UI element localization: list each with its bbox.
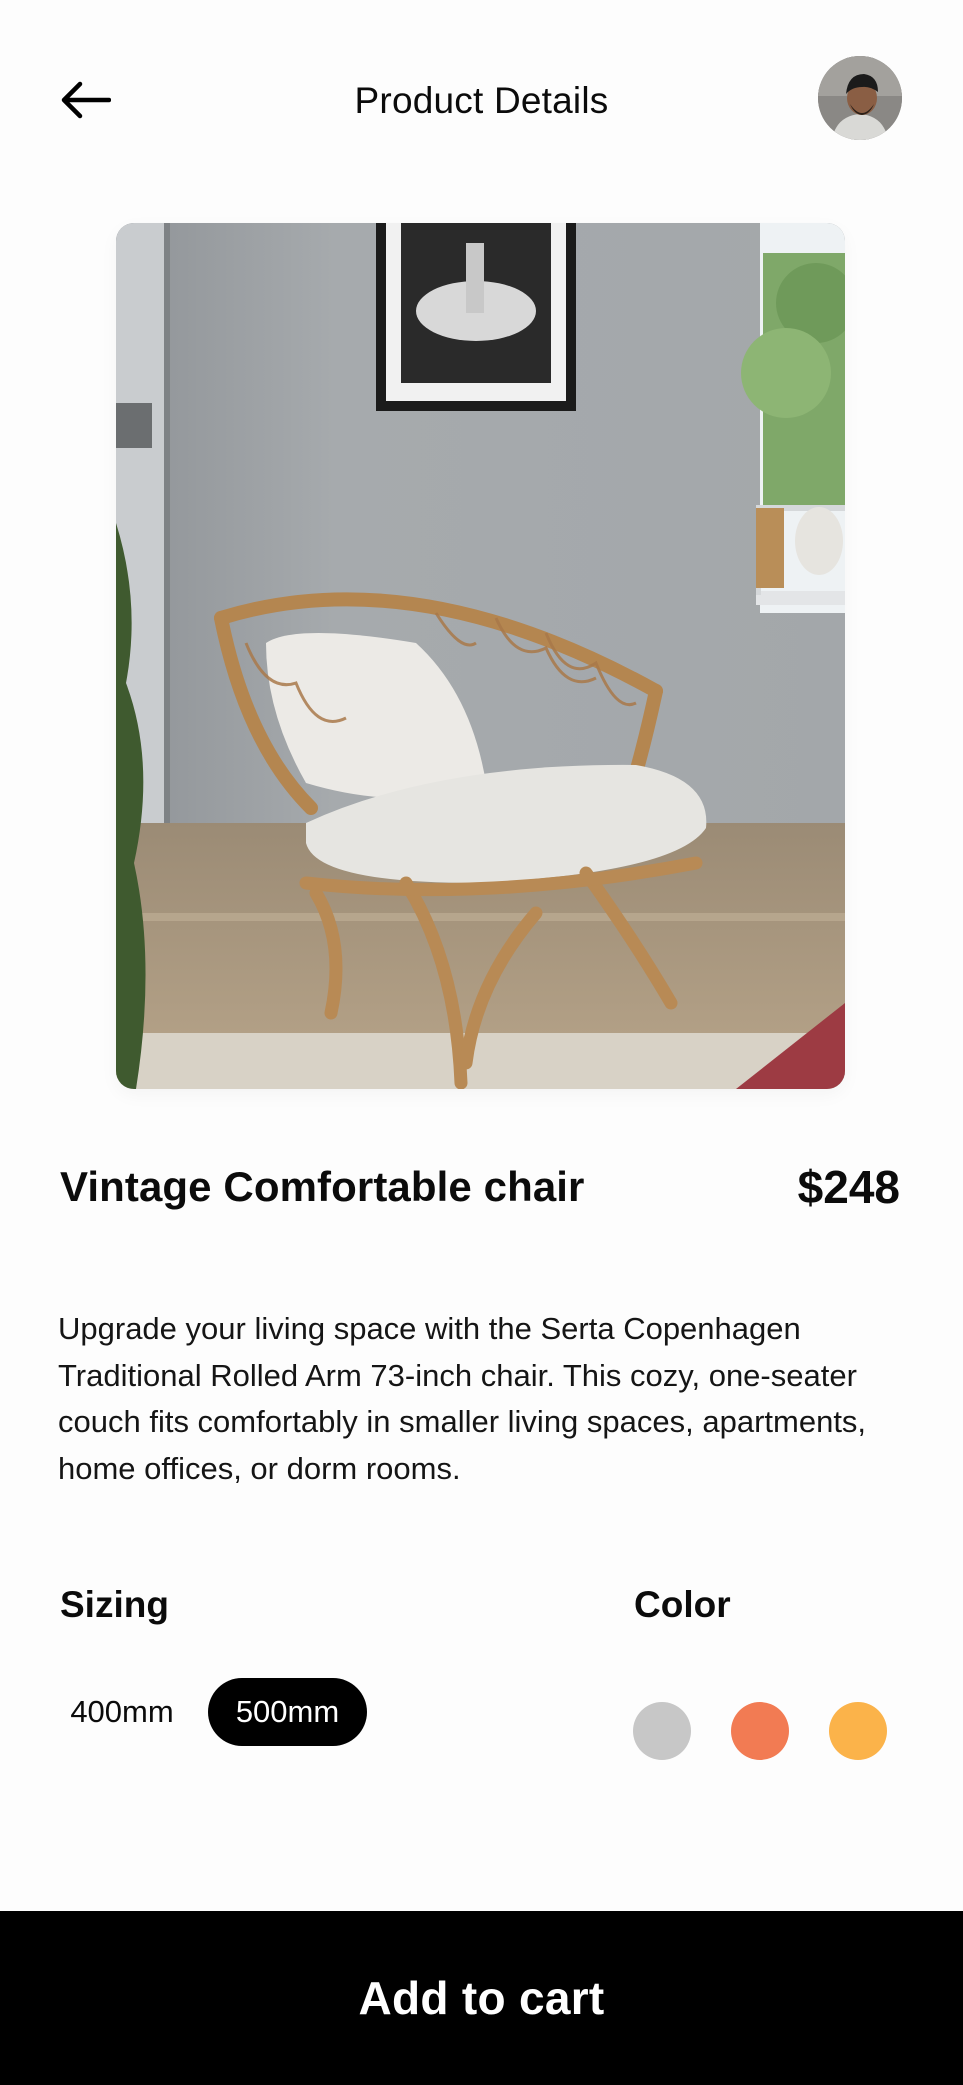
color-label: Color	[634, 1584, 731, 1625]
color-swatch-gray[interactable]	[633, 1702, 691, 1760]
product-image	[116, 223, 845, 1089]
size-option-500mm-selected[interactable]: 500mm	[208, 1678, 367, 1746]
color-swatch-orange[interactable]	[731, 1702, 789, 1760]
sizing-label: Sizing	[60, 1584, 169, 1625]
app-header: Product Details	[0, 0, 963, 200]
user-avatar[interactable]	[818, 56, 902, 140]
product-price: $248	[797, 1161, 900, 1213]
size-option-400mm[interactable]: 400mm	[60, 1678, 184, 1746]
product-name: Vintage Comfortable chair	[60, 1163, 585, 1210]
add-to-cart-label: Add to cart	[358, 1972, 605, 2024]
product-description: Upgrade your living space with the Serta…	[58, 1311, 867, 1486]
add-to-cart-button[interactable]: Add to cart	[0, 1911, 963, 2085]
color-swatch-yellow[interactable]	[829, 1702, 887, 1760]
